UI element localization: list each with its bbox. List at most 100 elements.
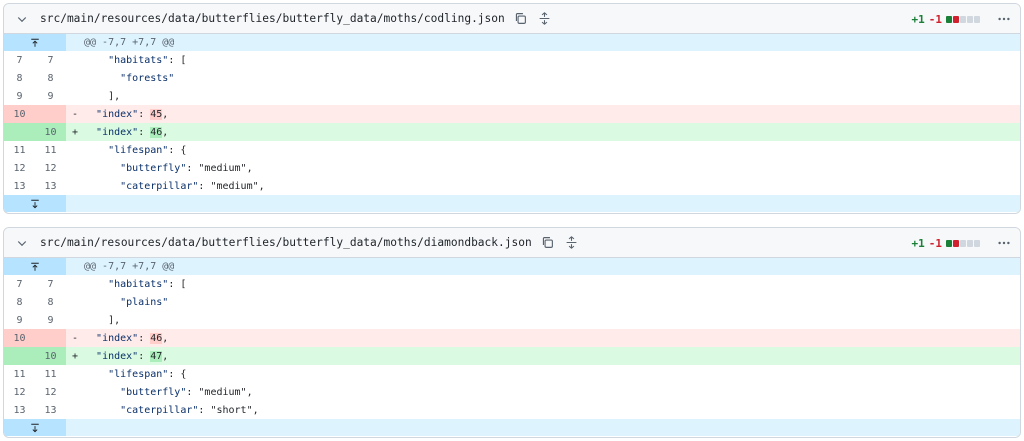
diff-body: @@ -7,7 +7,7 @@ 77 "habitats": [8 8 "plai… bbox=[4, 258, 1020, 436]
code-line: "forests" bbox=[84, 73, 174, 84]
chevron-down-icon[interactable] bbox=[4, 13, 40, 25]
expand-down-button[interactable] bbox=[4, 195, 66, 212]
kebab-menu-icon[interactable] bbox=[996, 236, 1012, 250]
old-line-number[interactable]: 11 bbox=[4, 141, 35, 159]
diffstat-neutral-block bbox=[960, 239, 966, 247]
code-text: : "medium", bbox=[186, 162, 253, 174]
old-line-number[interactable]: 7 bbox=[4, 275, 35, 293]
code-line: "butterfly": "medium", bbox=[84, 386, 253, 398]
code-line: "caterpillar": "short", bbox=[84, 405, 259, 416]
old-line-number[interactable]: 13 bbox=[4, 401, 35, 419]
context-line: 77 "habitats": [ bbox=[4, 51, 1020, 69]
line-number-gutter: 11 11 bbox=[4, 365, 66, 383]
new-line-number[interactable]: 13 bbox=[35, 177, 66, 195]
diffstat-neutral-block bbox=[967, 15, 973, 23]
context-line: 88 "plains" bbox=[4, 293, 1020, 311]
changed-value: 47 bbox=[150, 350, 163, 362]
new-line-number[interactable]: 7 bbox=[35, 275, 66, 293]
new-line-number[interactable]: 12 bbox=[35, 383, 66, 401]
additions-count: +1 bbox=[911, 236, 925, 250]
json-key: "habitats" bbox=[108, 278, 169, 290]
json-key: "lifespan" bbox=[108, 368, 169, 380]
old-line-number[interactable] bbox=[4, 347, 35, 365]
code-line: "plains" bbox=[84, 297, 168, 308]
file-header: src/main/resources/data/butterflies/butt… bbox=[4, 4, 1020, 34]
diff-lines: 77 "habitats": [8 8 "plains" 9 9 ], 10- "ind… bbox=[4, 275, 1020, 419]
old-line-number[interactable]: 11 bbox=[4, 365, 35, 383]
expand-all-icon[interactable] bbox=[537, 11, 553, 27]
old-line-number[interactable]: 8 bbox=[4, 69, 35, 87]
chevron-down-icon[interactable] bbox=[4, 237, 40, 249]
changed-value: 46 bbox=[150, 332, 163, 344]
copy-icon[interactable] bbox=[540, 235, 556, 251]
code-text: : "medium", bbox=[198, 180, 265, 192]
new-line-number[interactable] bbox=[35, 105, 66, 123]
context-line: 13 13 "caterpillar": "medium", bbox=[4, 177, 1020, 195]
old-line-number[interactable]: 7 bbox=[4, 51, 35, 69]
expand-down-row bbox=[4, 195, 1020, 212]
old-line-number[interactable] bbox=[4, 123, 35, 141]
old-line-number[interactable]: 10 bbox=[4, 329, 35, 347]
new-line-number[interactable]: 9 bbox=[35, 311, 66, 329]
line-number-gutter: 12 12 bbox=[4, 383, 66, 401]
old-line-number[interactable]: 10 bbox=[4, 105, 35, 123]
file-path[interactable]: src/main/resources/data/butterflies/butt… bbox=[40, 236, 532, 249]
new-line-number[interactable]: 9 bbox=[35, 87, 66, 105]
new-line-number[interactable]: 10 bbox=[35, 347, 66, 365]
expand-up-button[interactable] bbox=[4, 34, 66, 51]
new-line-number[interactable] bbox=[35, 329, 66, 347]
file-path[interactable]: src/main/resources/data/butterflies/butt… bbox=[40, 12, 505, 25]
line-number-gutter: 10 bbox=[4, 329, 66, 347]
hunk-header-row: @@ -7,7 +7,7 @@ bbox=[4, 258, 1020, 275]
kebab-menu-icon[interactable] bbox=[996, 12, 1012, 26]
line-number-gutter: 10 bbox=[4, 123, 66, 141]
code-text: , bbox=[162, 126, 169, 138]
old-line-number[interactable]: 9 bbox=[4, 87, 35, 105]
new-line-number[interactable]: 11 bbox=[35, 365, 66, 383]
new-line-number[interactable]: 11 bbox=[35, 141, 66, 159]
code-line: "habitats": [ bbox=[84, 55, 186, 66]
expand-up-button[interactable] bbox=[4, 258, 66, 275]
file-header: src/main/resources/data/butterflies/butt… bbox=[4, 228, 1020, 258]
code-line: "index": 46, bbox=[84, 332, 168, 344]
line-number-gutter: 10 bbox=[4, 105, 66, 123]
old-line-number[interactable]: 12 bbox=[4, 383, 35, 401]
deletions-count: -1 bbox=[928, 236, 942, 250]
code-text: : bbox=[138, 332, 151, 344]
new-line-number[interactable]: 8 bbox=[35, 293, 66, 311]
new-line-number[interactable]: 12 bbox=[35, 159, 66, 177]
code-line: "index": 46, bbox=[84, 126, 169, 138]
old-line-number[interactable]: 13 bbox=[4, 177, 35, 195]
old-line-number[interactable]: 8 bbox=[4, 293, 35, 311]
new-line-number[interactable]: 8 bbox=[35, 69, 66, 87]
expand-down-button[interactable] bbox=[4, 419, 66, 436]
code-text: , bbox=[162, 108, 169, 120]
json-key: "index" bbox=[96, 350, 139, 362]
code-text: : "medium", bbox=[186, 386, 253, 398]
copy-icon[interactable] bbox=[513, 11, 529, 27]
diffstat-add-block bbox=[946, 15, 952, 23]
json-key: "caterpillar" bbox=[120, 404, 199, 416]
new-line-number[interactable]: 13 bbox=[35, 401, 66, 419]
old-line-number[interactable]: 12 bbox=[4, 159, 35, 177]
code-text: : [ bbox=[168, 54, 187, 66]
new-line-number[interactable]: 7 bbox=[35, 51, 66, 69]
line-number-gutter: 77 bbox=[4, 51, 66, 69]
new-line-number[interactable]: 10 bbox=[35, 123, 66, 141]
added-line: 10 + "index": 47, bbox=[4, 347, 1020, 365]
expand-all-icon[interactable] bbox=[564, 235, 580, 251]
hunk-header-text: @@ -7,7 +7,7 @@ bbox=[84, 261, 175, 272]
line-number-gutter: 12 12 bbox=[4, 159, 66, 177]
deleted-line: 10 - "index": 45, bbox=[4, 105, 1020, 123]
json-key: "index" bbox=[96, 332, 139, 344]
old-line-number[interactable]: 9 bbox=[4, 311, 35, 329]
deletions-count: -1 bbox=[928, 12, 942, 26]
code-line: "lifespan": { bbox=[84, 145, 186, 156]
code-line: "butterfly": "medium", bbox=[84, 162, 253, 174]
code-text: : bbox=[138, 350, 151, 362]
line-number-gutter: 77 bbox=[4, 275, 66, 293]
json-key: "index" bbox=[96, 108, 139, 120]
